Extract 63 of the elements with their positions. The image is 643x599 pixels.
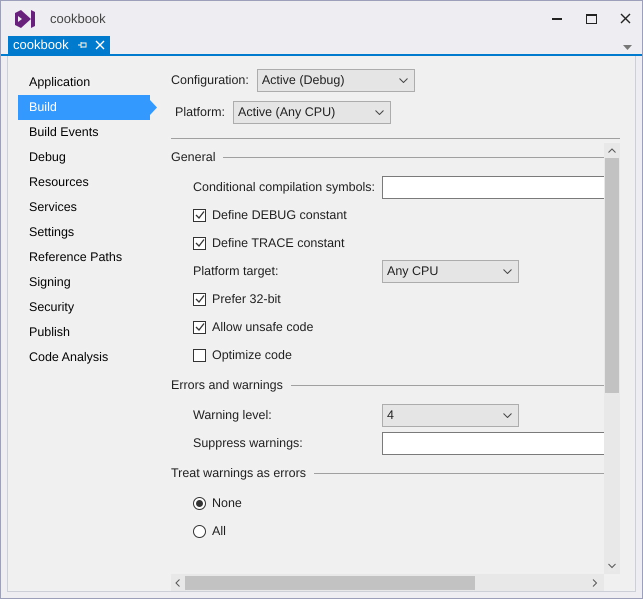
checkbox-label: Prefer 32-bit (212, 290, 281, 308)
text-field[interactable] (382, 176, 604, 198)
radio-label: None (212, 494, 242, 512)
platform-dropdown[interactable]: Active (Any CPU) (233, 100, 392, 124)
sidebar-item[interactable]: Application (18, 70, 150, 95)
field-label: Warning level: (193, 406, 273, 424)
sidebar-item[interactable]: Security (18, 295, 150, 320)
radio-button[interactable] (193, 496, 206, 510)
scrollbar-thumb[interactable] (605, 158, 619, 393)
sidebar-item[interactable]: Build Events (18, 120, 150, 145)
chevron-down-icon (503, 268, 512, 274)
select-dropdown[interactable]: 4 (382, 404, 519, 426)
sidebar-item[interactable]: Code Analysis (18, 345, 150, 370)
configuration-dropdown[interactable]: Active (Debug) (256, 68, 415, 92)
scroll-down-icon[interactable] (608, 563, 616, 569)
section-heading: Errors and warnings (171, 376, 283, 394)
checkmark-icon (194, 238, 204, 248)
section-heading: General (171, 148, 216, 166)
field-label: Platform: (175, 104, 226, 121)
checkbox[interactable] (193, 348, 206, 362)
chevron-down-icon (398, 78, 408, 82)
sidebar-item[interactable]: Debug (18, 145, 150, 170)
field-label: Configuration: (171, 72, 249, 89)
chevron-down-icon (375, 110, 384, 114)
tab-list-dropdown-icon[interactable] (623, 44, 632, 50)
sidebar-item[interactable]: Reference Paths (18, 245, 150, 270)
text-field[interactable] (382, 432, 604, 454)
checkbox[interactable] (193, 320, 206, 334)
checkbox-label: Define TRACE constant (212, 234, 344, 252)
field-label: Conditional compilation symbols: (193, 178, 376, 196)
scroll-up-icon[interactable] (608, 148, 616, 154)
scroll-left-icon[interactable] (175, 578, 181, 586)
checkmark-icon (194, 294, 204, 304)
sidebar-item[interactable]: Signing (18, 270, 150, 295)
select-dropdown[interactable]: Any CPU (382, 260, 519, 282)
checkbox[interactable] (193, 292, 206, 306)
field-label: Suppress warnings: (193, 434, 304, 452)
checkmark-icon (194, 210, 204, 220)
scrollbar-thumb[interactable] (185, 576, 475, 590)
sidebar-item[interactable]: Publish (18, 320, 150, 345)
checkbox[interactable] (193, 236, 206, 250)
checkbox-label: Optimize code (212, 346, 292, 364)
vertical-scrollbar[interactable] (604, 143, 620, 574)
chevron-down-icon (503, 412, 512, 418)
maximize-icon (586, 14, 596, 24)
checkmark-icon (194, 322, 204, 332)
section-heading: Treat warnings as errors (171, 464, 306, 482)
checkbox-label: Allow unsafe code (212, 318, 314, 336)
pin-icon[interactable] (76, 40, 87, 50)
field-label: Platform target: (193, 262, 280, 280)
sidebar-item[interactable]: Resources (18, 170, 150, 195)
scroll-right-icon[interactable] (592, 578, 598, 586)
close-tab-icon[interactable] (94, 40, 105, 50)
close-icon (620, 13, 630, 24)
checkbox-label: Define DEBUG constant (212, 206, 347, 224)
horizontal-scrollbar[interactable] (171, 574, 604, 591)
radio-button[interactable] (193, 524, 206, 538)
sidebar-item[interactable]: Settings (18, 220, 150, 245)
document-tab[interactable]: cookbook (8, 36, 110, 54)
radio-label: All (212, 522, 226, 540)
checkbox[interactable] (193, 208, 206, 222)
sidebar-item[interactable]: Services (18, 195, 150, 220)
window-title: cookbook (50, 10, 106, 28)
